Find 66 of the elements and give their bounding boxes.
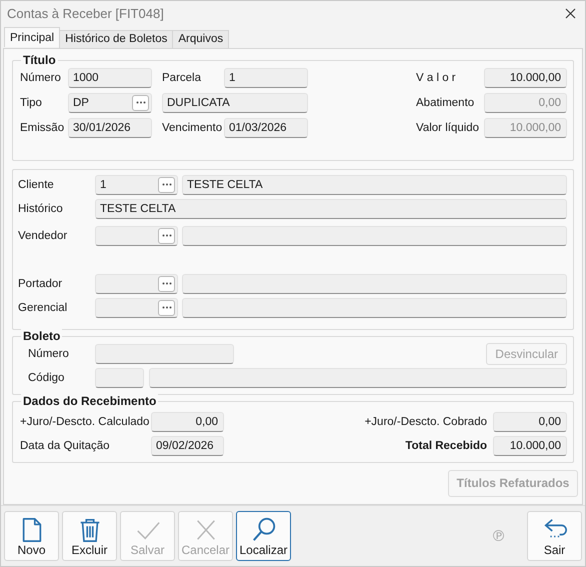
group-title: Dados do Recebimento [21,394,158,408]
field-label: Tipo [20,96,43,109]
dots-icon [162,234,172,238]
field-label: Parcela [162,72,202,84]
tab[interactable]: Histórico de Boletos [59,30,174,48]
input-field[interactable] [95,274,178,294]
search-icon [250,517,276,544]
field-label: +Juro/-Descto. Cobrado [364,416,487,428]
field-label: Histórico [18,202,64,215]
input-field[interactable]: 0,00 [151,412,224,432]
field-label: Vendedor [18,230,68,242]
input-field[interactable]: 10.000,00 [493,436,567,456]
field-label: Código [28,372,66,384]
field-label: Valor líquido [416,122,480,134]
input-field[interactable]: 1 [95,174,178,195]
field-label: Vencimento [162,122,224,134]
input-field[interactable]: 09/02/2026 [151,436,224,456]
group-title: Boleto [21,328,62,343]
exit-button[interactable]: Sair [527,511,582,562]
input-field[interactable] [95,226,178,246]
input-field[interactable]: 10.000,00 [484,68,567,88]
lookup-button[interactable] [158,176,175,193]
close-icon [565,8,576,20]
field-label: Número [28,348,70,360]
input-field[interactable]: DUPLICATA [162,92,308,113]
input-field[interactable] [149,368,567,388]
field-label: Portador [18,278,64,290]
input-field[interactable] [95,298,178,318]
field-label: Cliente [18,178,55,191]
delete-button[interactable]: Excluir [62,511,117,562]
dots-icon [162,282,172,286]
field-label: +Juro/-Descto. Calculado [20,416,150,428]
registered-mark: ℗ [491,527,506,546]
dots-icon [136,101,146,104]
lookup-button[interactable] [158,300,175,316]
input-field[interactable] [182,298,567,318]
lookup-button[interactable] [158,276,175,292]
field-label: Emissão [20,122,66,134]
lookup-button[interactable] [158,228,175,244]
dots-icon [162,306,172,310]
field-label: Total Recebido [405,440,487,452]
group-title: Título [21,52,58,67]
input-field[interactable]: 30/01/2026 [68,118,152,138]
input-field[interactable] [95,344,234,364]
input-field[interactable]: 1000 [68,68,152,88]
new-button[interactable]: Novo [4,511,59,562]
input-field[interactable] [95,368,144,388]
search-button[interactable]: Localizar [236,511,291,562]
input-field[interactable]: 0,00 [493,412,567,432]
dots-icon [162,183,172,186]
field-label: Número [20,72,62,84]
field-label: Abatimento [416,96,476,109]
input-field[interactable]: TESTE CELTA [95,198,567,219]
input-field[interactable]: 01/03/2026 [224,118,308,138]
input-field[interactable] [182,226,567,246]
input-field[interactable]: TESTE CELTA [182,174,567,195]
window-title: Contas à Receber [FIT048] [7,6,164,22]
input-field[interactable]: 1 [224,68,308,88]
input-field[interactable] [182,274,567,294]
field-label: Data da Quitação [20,440,111,452]
lookup-button[interactable] [132,94,149,111]
field-label: Gerencial [18,302,68,314]
tab[interactable]: Arquivos [172,30,230,48]
field-label: V a l o r [416,72,457,84]
input-field[interactable]: DP [68,92,152,113]
tab[interactable]: Principal [4,26,60,47]
